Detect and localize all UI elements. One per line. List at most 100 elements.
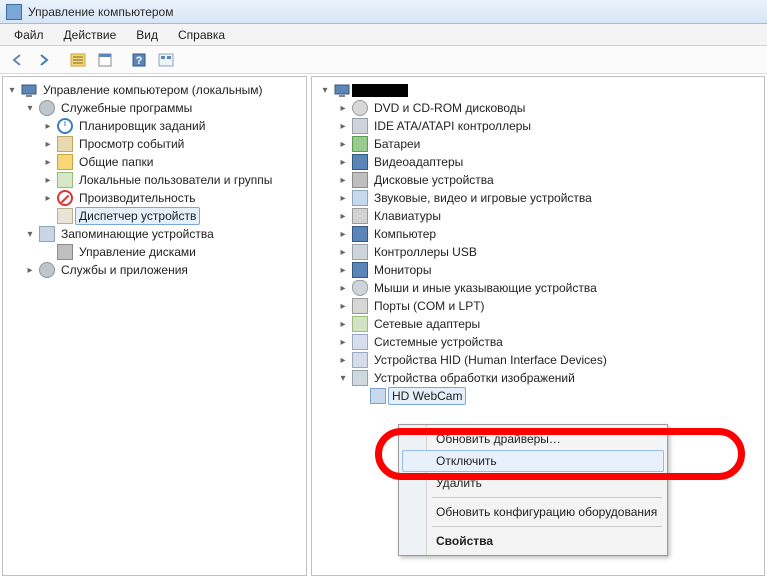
twisty-icon[interactable]: ▸ bbox=[336, 263, 350, 277]
device-category-label: Клавиатуры bbox=[370, 207, 445, 225]
tree-item-label: Планировщик заданий bbox=[75, 117, 209, 135]
twisty-icon[interactable]: ▸ bbox=[336, 353, 350, 367]
device-category[interactable]: ▸DVD и CD-ROM дисководы bbox=[314, 99, 762, 117]
twisty-icon[interactable]: ▾ bbox=[23, 227, 37, 241]
tree-item-performance[interactable]: ▸Производительность bbox=[41, 189, 304, 207]
device-item-hd-webcam[interactable]: HD WebCam bbox=[314, 387, 762, 405]
net-icon bbox=[352, 316, 368, 332]
menubar: Файл Действие Вид Справка bbox=[0, 24, 767, 46]
twisty-icon[interactable]: ▾ bbox=[336, 371, 350, 385]
toolbar-help[interactable]: ? bbox=[126, 49, 152, 71]
twisty-icon[interactable]: ▸ bbox=[336, 281, 350, 295]
toolbar-show-hide-tree[interactable] bbox=[65, 49, 91, 71]
tree-item-local-users[interactable]: ▸Локальные пользователи и группы bbox=[41, 171, 304, 189]
device-category[interactable]: ▸IDE ATA/ATAPI контроллеры bbox=[314, 117, 762, 135]
tree-root[interactable]: ▾ Управление компьютером (локальным) bbox=[5, 81, 304, 99]
left-pane: ▾ Управление компьютером (локальным) ▾ С… bbox=[2, 76, 307, 576]
device-tree-root[interactable]: ▾ bbox=[314, 81, 762, 99]
twisty-icon[interactable]: ▸ bbox=[336, 137, 350, 151]
cd-icon bbox=[352, 100, 368, 116]
device-category[interactable]: ▸ Звуковые, видео и игровые устройства bbox=[314, 189, 762, 207]
webcam-icon bbox=[370, 388, 386, 404]
device-category-label: Мониторы bbox=[370, 261, 435, 279]
device-category-label: Мыши и иные указывающие устройства bbox=[370, 279, 601, 297]
tree-item-shared-folders[interactable]: ▸ Общие папки bbox=[41, 153, 304, 171]
device-category[interactable]: ▸Контроллеры USB bbox=[314, 243, 762, 261]
device-category-label: Звуковые, видео и игровые устройства bbox=[370, 189, 596, 207]
ctx-uninstall[interactable]: Удалить bbox=[402, 472, 664, 494]
twisty-icon[interactable]: ▸ bbox=[41, 137, 55, 151]
toolbar-properties[interactable] bbox=[92, 49, 118, 71]
sys-icon bbox=[352, 334, 368, 350]
device-category[interactable]: ▸Дисковые устройства bbox=[314, 171, 762, 189]
toolbar-back[interactable] bbox=[4, 49, 30, 71]
tree-item-label: Общие папки bbox=[75, 153, 157, 171]
ctx-update-drivers[interactable]: Обновить драйверы… bbox=[402, 428, 664, 450]
mon-icon bbox=[352, 226, 368, 242]
tree-item-label: Управление дисками bbox=[75, 243, 200, 261]
device-category[interactable]: ▸Батареи bbox=[314, 135, 762, 153]
device-tree[interactable]: ▾ ▸DVD и CD-ROM дисководы▸IDE ATA/ATAPI … bbox=[312, 77, 764, 409]
menu-file[interactable]: Файл bbox=[4, 26, 54, 44]
tree-item-event-viewer[interactable]: ▸ Просмотр событий bbox=[41, 135, 304, 153]
toolbar-forward[interactable] bbox=[31, 49, 57, 71]
twisty-icon[interactable]: ▾ bbox=[23, 101, 37, 115]
menu-view[interactable]: Вид bbox=[126, 26, 168, 44]
twisty-icon[interactable]: ▸ bbox=[41, 173, 55, 187]
ctx-disable[interactable]: Отключить bbox=[402, 450, 664, 472]
twisty-icon[interactable]: ▸ bbox=[41, 191, 55, 205]
context-menu: Обновить драйверы… Отключить Удалить Обн… bbox=[398, 424, 668, 556]
twisty-icon[interactable]: ▸ bbox=[336, 173, 350, 187]
twisty-icon[interactable]: ▸ bbox=[41, 119, 55, 133]
tree-group-services[interactable]: ▸ Службы и приложения bbox=[23, 261, 304, 279]
event-log-icon bbox=[57, 136, 73, 152]
twisty-icon[interactable]: ▾ bbox=[5, 83, 19, 97]
device-category[interactable]: ▸Видеоадаптеры bbox=[314, 153, 762, 171]
device-category[interactable]: ▸Устройства HID (Human Interface Devices… bbox=[314, 351, 762, 369]
ctx-properties[interactable]: Свойства bbox=[402, 530, 664, 552]
console-tree[interactable]: ▾ Управление компьютером (локальным) ▾ С… bbox=[3, 77, 306, 283]
twisty-icon[interactable]: ▸ bbox=[336, 119, 350, 133]
twisty-icon[interactable]: ▸ bbox=[336, 245, 350, 259]
device-category-imaging[interactable]: ▾ Устройства обработки изображений bbox=[314, 369, 762, 387]
device-category[interactable]: ▸ Мыши и иные указывающие устройства bbox=[314, 279, 762, 297]
twisty-icon[interactable]: ▸ bbox=[336, 299, 350, 313]
device-category[interactable]: ▸Порты (COM и LPT) bbox=[314, 297, 762, 315]
menu-action[interactable]: Действие bbox=[54, 26, 127, 44]
device-category[interactable]: ▸Сетевые адаптеры bbox=[314, 315, 762, 333]
menu-help[interactable]: Справка bbox=[168, 26, 235, 44]
twisty-icon[interactable]: ▸ bbox=[336, 191, 350, 205]
twisty-icon[interactable]: ▸ bbox=[336, 209, 350, 223]
twisty-icon[interactable]: ▸ bbox=[336, 101, 350, 115]
device-category[interactable]: ▸ Клавиатуры bbox=[314, 207, 762, 225]
imaging-devices-icon bbox=[352, 370, 368, 386]
port-icon bbox=[352, 298, 368, 314]
computer-management-icon bbox=[21, 82, 37, 98]
twisty-icon[interactable]: ▸ bbox=[336, 155, 350, 169]
toolbar-view-mode[interactable] bbox=[153, 49, 179, 71]
twisty-icon[interactable]: ▸ bbox=[23, 263, 37, 277]
chip-icon bbox=[352, 118, 368, 134]
ctx-scan-hardware[interactable]: Обновить конфигурацию оборудования bbox=[402, 501, 664, 523]
tree-item-device-manager[interactable]: Диспетчер устройств bbox=[41, 207, 304, 225]
device-category[interactable]: ▸Компьютер bbox=[314, 225, 762, 243]
tree-group-utilities[interactable]: ▾ Служебные программы bbox=[23, 99, 304, 117]
tree-group-label: Службы и приложения bbox=[57, 261, 192, 279]
tree-item-disk-management[interactable]: Управление дисками bbox=[41, 243, 304, 261]
tree-item-task-scheduler[interactable]: ▸ Планировщик заданий bbox=[41, 117, 304, 135]
clock-icon bbox=[57, 118, 73, 134]
svg-text:?: ? bbox=[136, 55, 143, 67]
twisty-icon[interactable]: ▸ bbox=[336, 317, 350, 331]
twisty-icon[interactable]: ▾ bbox=[318, 83, 332, 97]
mouse-icon bbox=[352, 280, 368, 296]
users-icon bbox=[57, 172, 73, 188]
shared-folder-icon bbox=[57, 154, 73, 170]
tree-item-label: Просмотр событий bbox=[75, 135, 188, 153]
twisty-icon[interactable]: ▸ bbox=[336, 227, 350, 241]
device-category[interactable]: ▸Системные устройства bbox=[314, 333, 762, 351]
device-category[interactable]: ▸ Мониторы bbox=[314, 261, 762, 279]
twisty-icon[interactable]: ▸ bbox=[336, 335, 350, 349]
tree-group-storage[interactable]: ▾ Запоминающие устройства bbox=[23, 225, 304, 243]
twisty-icon[interactable]: ▸ bbox=[41, 155, 55, 169]
device-manager-icon bbox=[57, 208, 73, 224]
